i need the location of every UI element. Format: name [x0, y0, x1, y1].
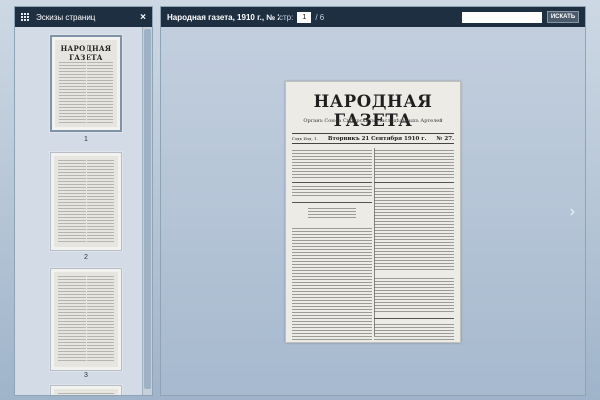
- page-total: / 6: [315, 12, 325, 22]
- page-thumbnail-1[interactable]: НАРОДНАЯ ГАЗЕТА: [50, 35, 122, 132]
- thumbnail-number: 3: [84, 372, 88, 379]
- page-label: стр:: [279, 12, 294, 22]
- thumbnail-number: 2: [84, 254, 88, 261]
- viewer-toolbar: Народная газета, 1910 г., № 27 стр: / 6 …: [161, 7, 585, 27]
- newspaper-masthead: НАРОДНАЯ ГАЗЕТА: [313, 92, 433, 130]
- newspaper-column-left: [292, 148, 372, 340]
- close-icon[interactable]: ×: [140, 12, 146, 23]
- page-viewer: Народная газета, 1910 г., № 27 стр: / 6 …: [160, 6, 586, 396]
- scrollbar-thumb[interactable]: [144, 29, 151, 389]
- newspaper-page: НАРОДНАЯ ГАЗЕТА Органъ Союза Сибирскихъ …: [285, 81, 461, 343]
- newspaper-subtitle: Органъ Союза Сибирскихъ Маслодѣльныхъ Ар…: [303, 118, 443, 124]
- document-title: Народная газета, 1910 г., № 27: [167, 12, 279, 22]
- thumbnails-panel: Эскизы страниц × НАРОДНАЯ ГАЗЕТА 1 2 3: [14, 6, 153, 396]
- thumbnail-list: НАРОДНАЯ ГАЗЕТА 1 2 3: [15, 27, 142, 395]
- next-page-arrow-icon[interactable]: ›: [570, 203, 575, 221]
- thumbnail-number: 1: [84, 136, 88, 143]
- page-thumbnail-3[interactable]: [50, 268, 122, 371]
- thumbnails-scrollbar[interactable]: [142, 27, 152, 395]
- dateline-year: Годъ Изд. 1.: [292, 136, 318, 141]
- page-thumbnail-4[interactable]: [50, 385, 122, 395]
- newspaper-column-right: [374, 148, 454, 342]
- page-thumbnail-2[interactable]: [50, 152, 122, 251]
- dateline-number: № 27.: [436, 135, 454, 142]
- search-input[interactable]: [462, 11, 542, 23]
- page-number-input[interactable]: [297, 11, 312, 23]
- grid-icon: [21, 12, 30, 22]
- newspaper-dateline: Годъ Изд. 1. Вторникъ 21 Сентября 1910 г…: [292, 133, 454, 144]
- search-button[interactable]: ИСКАТЬ: [547, 11, 579, 23]
- thumbnails-header: Эскизы страниц ×: [15, 7, 152, 27]
- thumbnails-title: Эскизы страниц: [36, 12, 96, 22]
- dateline-date: Вторникъ 21 Сентября 1910 г.: [327, 135, 427, 142]
